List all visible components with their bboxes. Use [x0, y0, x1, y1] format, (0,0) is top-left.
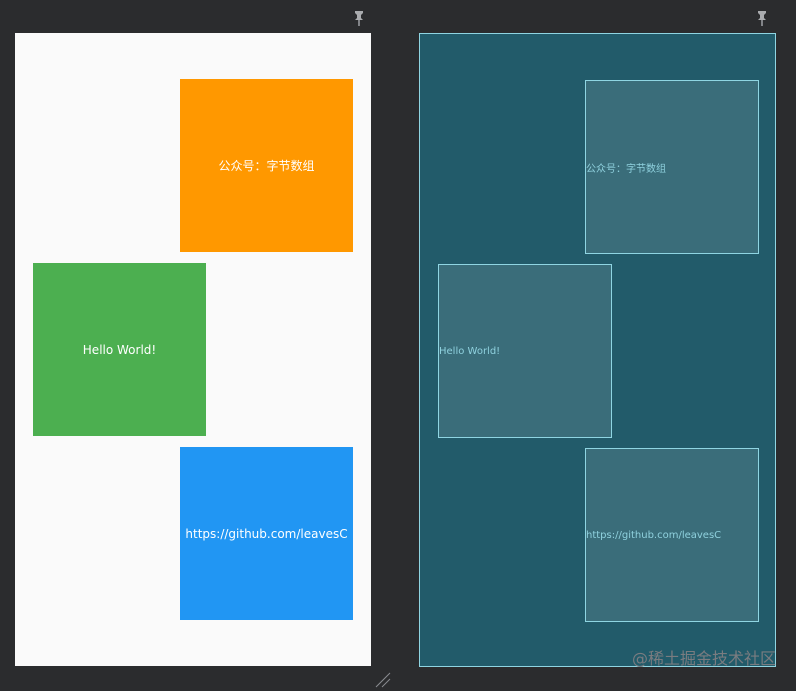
- blueprint-green-textview[interactable]: Hello World!: [438, 264, 612, 438]
- resize-handle-icon[interactable]: [374, 671, 392, 689]
- orange-textview[interactable]: 公众号：字节数组: [180, 79, 353, 252]
- design-pin-icon[interactable]: [353, 10, 365, 26]
- blueprint-orange-textview[interactable]: 公众号：字节数组: [585, 80, 759, 254]
- watermark: @稀土掘金技术社区: [631, 649, 776, 668]
- blueprint-pin-icon[interactable]: [756, 10, 768, 26]
- blue-textview[interactable]: https://github.com/leavesC: [180, 447, 353, 620]
- green-textview[interactable]: Hello World!: [33, 263, 206, 436]
- blueprint-surface[interactable]: 公众号：字节数组 Hello World! https://github.com…: [419, 33, 776, 667]
- design-surface[interactable]: 公众号：字节数组 Hello World! https://github.com…: [15, 33, 371, 666]
- blueprint-blue-textview[interactable]: https://github.com/leavesC: [585, 448, 759, 622]
- layout-editor-canvas: 公众号：字节数组 Hello World! https://github.com…: [0, 0, 796, 691]
